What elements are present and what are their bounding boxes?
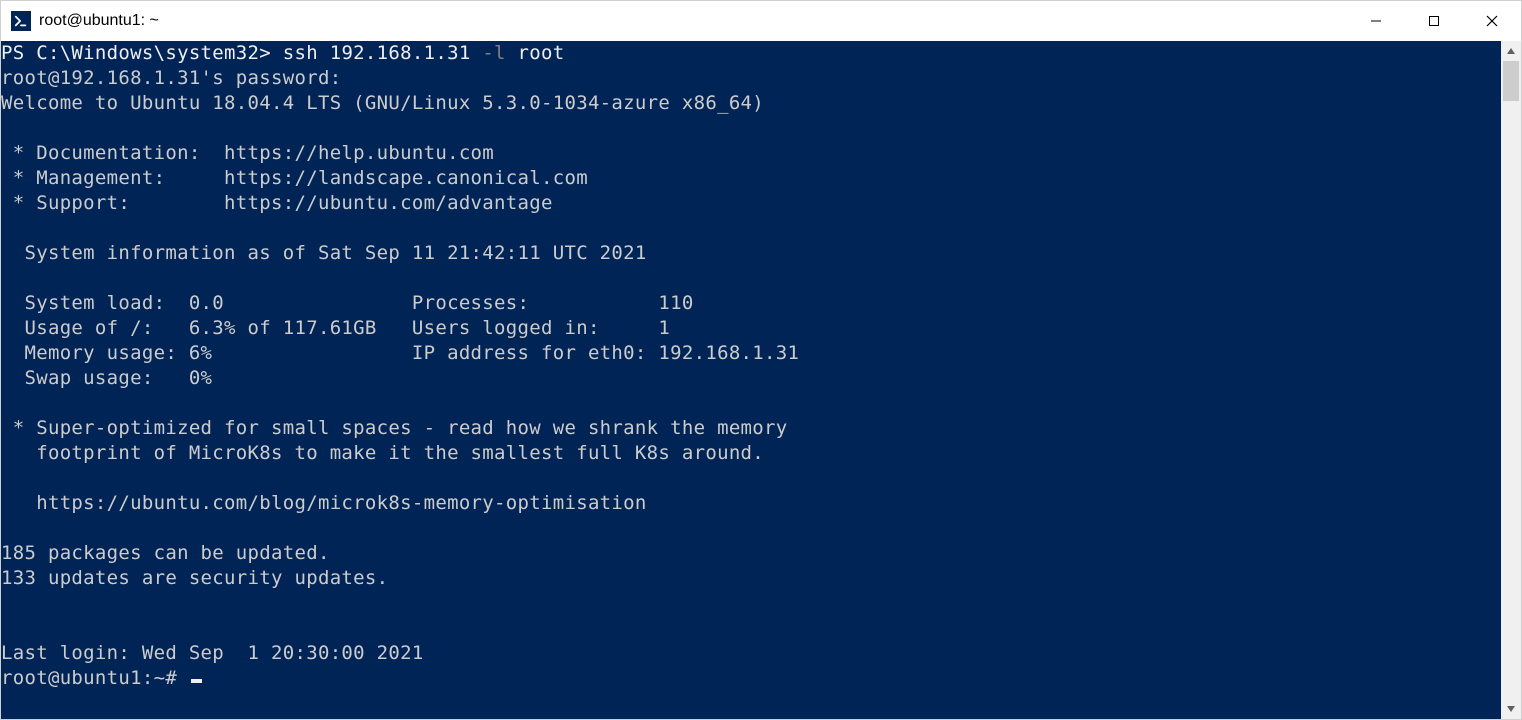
terminal-line: System information as of Sat Sep 11 21:4… [1, 241, 1501, 266]
powershell-window: root@ubuntu1: ~ PS C:\Windows\system32> … [0, 0, 1522, 720]
terminal-line [1, 116, 1501, 141]
window-title: root@ubuntu1: ~ [39, 12, 159, 30]
terminal-output[interactable]: PS C:\Windows\system32> ssh 192.168.1.31… [1, 41, 1501, 719]
terminal-line: Swap usage: 0% [1, 366, 1501, 391]
terminal-line [1, 591, 1501, 616]
terminal-text: * Documentation: https://help.ubuntu.com [1, 142, 494, 164]
terminal-line: root@ubuntu1:~# [1, 666, 1501, 691]
terminal-line: root@192.168.1.31's password: [1, 66, 1501, 91]
terminal-text: footprint of MicroK8s to make it the sma… [1, 442, 764, 464]
terminal-line: 133 updates are security updates. [1, 566, 1501, 591]
vertical-scrollbar[interactable] [1501, 41, 1521, 719]
terminal-text: PS C:\Windows\system32> [1, 42, 283, 64]
scrollbar-thumb[interactable] [1503, 61, 1519, 101]
terminal-text: root [518, 42, 565, 64]
terminal-text: root@ubuntu1:~# [1, 667, 189, 689]
terminal-line [1, 516, 1501, 541]
window-body: PS C:\Windows\system32> ssh 192.168.1.31… [1, 41, 1521, 719]
titlebar[interactable]: root@ubuntu1: ~ [1, 1, 1521, 41]
terminal-line: 185 packages can be updated. [1, 541, 1501, 566]
terminal-line [1, 466, 1501, 491]
terminal-text: System load: 0.0 Processes: 110 [1, 292, 694, 314]
terminal-text: -l [482, 42, 517, 64]
terminal-line [1, 266, 1501, 291]
terminal-line: Last login: Wed Sep 1 20:30:00 2021 [1, 641, 1501, 666]
terminal-text: * Support: https://ubuntu.com/advantage [1, 192, 553, 214]
terminal-line [1, 216, 1501, 241]
terminal-line: https://ubuntu.com/blog/microk8s-memory-… [1, 491, 1501, 516]
terminal-text: Welcome to Ubuntu 18.04.4 LTS (GNU/Linux… [1, 92, 764, 114]
terminal-line: footprint of MicroK8s to make it the sma… [1, 441, 1501, 466]
terminal-line: * Super-optimized for small spaces - rea… [1, 416, 1501, 441]
terminal-text: https://ubuntu.com/blog/microk8s-memory-… [1, 492, 647, 514]
terminal-line: Memory usage: 6% IP address for eth0: 19… [1, 341, 1501, 366]
maximize-button[interactable] [1405, 1, 1463, 41]
terminal-text: Memory usage: 6% IP address for eth0: 19… [1, 342, 799, 364]
terminal-text: Usage of /: 6.3% of 117.61GB Users logge… [1, 317, 670, 339]
terminal-text: 133 updates are security updates. [1, 567, 388, 589]
terminal-text: System information as of Sat Sep 11 21:4… [1, 242, 647, 264]
terminal-text: Swap usage: 0% [1, 367, 212, 389]
minimize-button[interactable] [1347, 1, 1405, 41]
terminal-text: Last login: Wed Sep 1 20:30:00 2021 [1, 642, 424, 664]
terminal-line: * Management: https://landscape.canonica… [1, 166, 1501, 191]
terminal-line: * Support: https://ubuntu.com/advantage [1, 191, 1501, 216]
powershell-icon [11, 11, 31, 31]
terminal-line [1, 391, 1501, 416]
terminal-text: * Super-optimized for small spaces - rea… [1, 417, 788, 439]
terminal-line: Usage of /: 6.3% of 117.61GB Users logge… [1, 316, 1501, 341]
terminal-line: * Documentation: https://help.ubuntu.com [1, 141, 1501, 166]
scrollbar-track[interactable] [1501, 61, 1521, 699]
scrollbar-down-arrow-icon[interactable] [1501, 699, 1521, 719]
terminal-text: * Management: https://landscape.canonica… [1, 167, 588, 189]
close-button[interactable] [1463, 1, 1521, 41]
terminal-text: 185 packages can be updated. [1, 542, 330, 564]
terminal-line [1, 616, 1501, 641]
terminal-line: PS C:\Windows\system32> ssh 192.168.1.31… [1, 41, 1501, 66]
terminal-cursor [191, 679, 202, 683]
terminal-line: Welcome to Ubuntu 18.04.4 LTS (GNU/Linux… [1, 91, 1501, 116]
scrollbar-up-arrow-icon[interactable] [1501, 41, 1521, 61]
terminal-line: System load: 0.0 Processes: 110 [1, 291, 1501, 316]
terminal-text: ssh 192.168.1.31 [283, 42, 483, 64]
terminal-text: root@192.168.1.31's password: [1, 67, 341, 89]
